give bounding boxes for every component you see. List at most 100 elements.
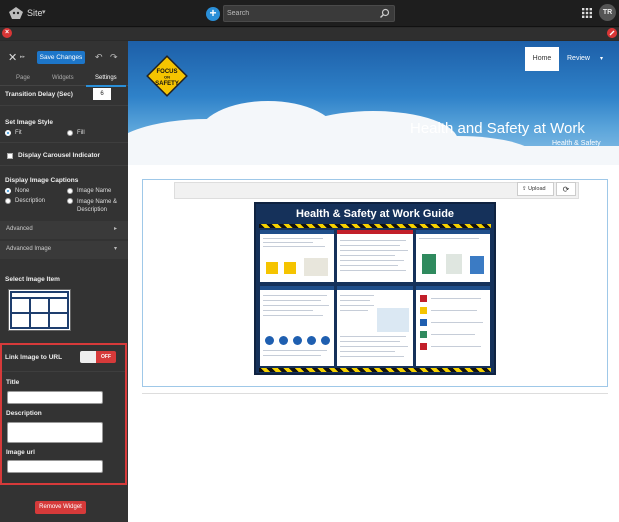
advanced-label: Advanced — [6, 226, 33, 232]
tab-widgets[interactable]: Widgets — [52, 75, 74, 81]
advanced-section[interactable]: Advanced ▸ — [0, 221, 128, 239]
nav-home[interactable]: Home — [525, 47, 559, 71]
close-icon[interactable]: × — [2, 28, 12, 38]
toggle-knob — [80, 351, 96, 363]
upload-button[interactable]: ⇪ Upload — [517, 182, 554, 196]
radio-image-name[interactable] — [67, 188, 73, 194]
carousel-indicator-label: Display Carousel Indicator — [18, 152, 100, 159]
sign-text-mid: ON — [164, 75, 170, 80]
transition-delay-input[interactable]: 6 — [93, 88, 111, 100]
ppe-icon — [279, 336, 288, 345]
poster-panel — [260, 286, 334, 366]
panel-header — [260, 286, 334, 290]
chevron-down-icon[interactable]: ▾ — [42, 8, 46, 16]
panel-header — [260, 230, 334, 234]
image-style-label: Set Image Style — [5, 119, 54, 126]
panel-header — [416, 286, 490, 290]
radio-fit-label: Fit — [15, 130, 22, 136]
text-line — [431, 298, 481, 299]
radio-name-and-description[interactable] — [67, 198, 73, 204]
user-avatar[interactable]: TR — [599, 4, 616, 21]
text-line — [263, 295, 327, 296]
site-menu-label[interactable]: Site — [27, 8, 43, 18]
description-textarea[interactable] — [7, 422, 103, 443]
health-safety-poster-image: Health & Safety at Work Guide — [254, 202, 496, 375]
advanced-image-section[interactable]: Advanced Image ▾ — [0, 241, 128, 259]
apps-grid-icon[interactable] — [582, 8, 592, 18]
text-line — [340, 341, 400, 342]
radio-description-label: Description — [15, 198, 46, 204]
first-aid-kit-icon — [422, 254, 436, 274]
radio-description[interactable] — [5, 198, 11, 204]
tab-page[interactable]: Page — [16, 75, 30, 81]
chevron-down-icon[interactable]: ▾ — [600, 55, 603, 62]
text-line — [340, 270, 406, 271]
page-canvas: FOCUS ON SAFETY Home Review ▾ Health and… — [128, 41, 619, 522]
panel-header — [337, 286, 413, 290]
warning-sign-icon — [266, 262, 278, 274]
radio-image-name-label: Image Name — [77, 188, 112, 194]
hero-banner: FOCUS ON SAFETY Home Review ▾ Health and… — [128, 41, 619, 165]
text-line — [340, 245, 400, 246]
tab-settings[interactable]: Settings — [95, 75, 117, 81]
image-url-input[interactable] — [7, 460, 103, 473]
panel-header — [416, 230, 490, 234]
safety-sign-icon — [420, 343, 427, 350]
text-line — [263, 238, 323, 239]
text-line — [340, 255, 395, 256]
radio-fill[interactable] — [67, 130, 73, 136]
text-line — [263, 355, 321, 356]
image-carousel-widget[interactable]: ⇪ Upload ⟳ Health & Safety at Work Guide — [142, 179, 608, 387]
poster-thumbnail-icon — [10, 291, 69, 329]
close-sidebar-icon[interactable]: ✕ — [8, 51, 17, 64]
search-icon[interactable] — [379, 8, 390, 19]
link-image-toggle[interactable]: OFF — [80, 351, 116, 363]
text-line — [263, 305, 329, 306]
radio-fit[interactable] — [5, 130, 11, 136]
safety-sign-icon — [420, 307, 427, 314]
safety-sign-icon — [420, 295, 427, 302]
hazard-stripe — [259, 224, 491, 228]
cloud-shape — [128, 146, 619, 165]
redo-icon[interactable]: ↷ — [110, 52, 118, 63]
save-changes-button[interactable]: Save Changes — [37, 51, 85, 64]
remove-widget-button[interactable]: Remove Widget — [35, 501, 86, 514]
sidebar-toolbar: ✕ ▸▸ Save Changes ↶ ↷ — [0, 41, 128, 70]
workstation-icon — [377, 308, 409, 332]
radio-none-label: None — [15, 188, 30, 194]
divider — [0, 165, 128, 166]
text-line — [340, 300, 370, 301]
chevron-down-icon: ▾ — [114, 246, 118, 252]
refresh-icon[interactable]: ⟳ — [556, 182, 576, 196]
text-line — [431, 346, 481, 347]
captions-label: Display Image Captions — [5, 177, 79, 184]
carousel-indicator-checkbox[interactable] — [7, 153, 13, 159]
title-input[interactable] — [7, 391, 103, 404]
poster-panel — [416, 230, 490, 282]
text-line — [340, 310, 368, 311]
pencil-icon[interactable] — [607, 28, 617, 38]
app-logo-icon[interactable] — [8, 6, 24, 20]
expand-icon[interactable]: ▸▸ — [20, 54, 25, 60]
panel-header — [337, 230, 413, 234]
add-button[interactable]: + — [206, 7, 220, 21]
text-line — [340, 305, 374, 306]
chevron-right-icon: ▸ — [114, 226, 118, 232]
undo-icon[interactable]: ↶ — [95, 52, 103, 63]
text-line — [419, 238, 479, 239]
nav-review[interactable]: Review — [567, 55, 590, 62]
text-line — [340, 250, 408, 251]
divider — [2, 371, 125, 372]
poster-panel — [416, 286, 490, 366]
text-line — [263, 300, 321, 301]
radio-none[interactable] — [5, 188, 11, 194]
hero-title: Health and Safety at Work — [410, 120, 585, 137]
text-line — [263, 246, 325, 247]
image-url-label: Image url — [6, 449, 35, 456]
image-item-thumbnail[interactable] — [8, 289, 71, 331]
first-aid-kit-icon — [446, 254, 462, 274]
poster-panel — [337, 286, 413, 366]
hazard-stripe — [259, 368, 491, 372]
search-input[interactable] — [227, 7, 377, 20]
first-aid-kit-icon — [470, 256, 484, 274]
